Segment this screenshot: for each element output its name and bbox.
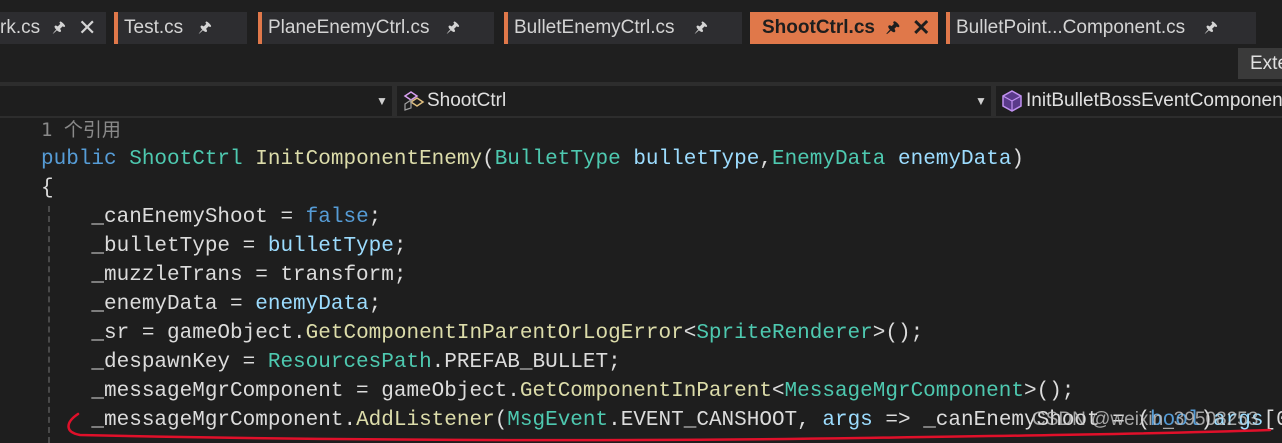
code-token: >(); [1024, 380, 1075, 403]
code-token: , [759, 148, 772, 171]
close-icon[interactable]: ✕ [78, 12, 96, 44]
code-token: { [41, 177, 54, 200]
tab-bullet-point-component[interactable]: BulletPoint...Component.cs 🖈 [946, 12, 1256, 44]
tab-accent-bar [504, 12, 508, 44]
code-token: ( [482, 148, 495, 171]
pin-icon[interactable]: 🖈 [1204, 12, 1218, 44]
code-line[interactable]: _sr = gameObject.GetComponentInParentOrL… [41, 319, 923, 348]
pin-icon[interactable]: 🖈 [694, 12, 708, 44]
code-token: _sr = gameObject. [41, 322, 306, 345]
code-token: _enemyData = [41, 293, 256, 316]
code-token: bulletType [267, 235, 394, 258]
code-token: [0]); [1263, 409, 1282, 432]
tab-label: PlaneEnemyCtrl.cs [268, 17, 430, 38]
chevron-down-icon[interactable]: ▼ [376, 86, 388, 116]
tab-plane-enemy-ctrl[interactable]: PlaneEnemyCtrl.cs 🖈 [258, 12, 494, 44]
chevron-down-icon[interactable]: ▼ [975, 86, 987, 116]
code-token: SpriteRenderer [696, 322, 873, 345]
code-line[interactable]: _messageMgrComponent = gameObject.GetCom… [41, 377, 1074, 406]
code-token: MsgEvent [507, 409, 609, 432]
code-token: ; [368, 293, 382, 316]
code-token: ) [1011, 148, 1025, 171]
code-token: BulletType [494, 148, 634, 171]
code-line[interactable]: _bulletType = bulletType; [41, 232, 406, 261]
document-tab-bar: rk.cs 🖈 ✕ Test.cs 🖈 PlaneEnemyCtrl.cs 🖈 … [0, 0, 1282, 48]
class-dropdown-label: ShootCtrl [427, 90, 507, 111]
code-line[interactable]: _canEnemyShoot = false; [41, 203, 381, 232]
code-token: AddListener [356, 409, 495, 432]
code-token: < [771, 380, 785, 403]
member-dropdown[interactable]: InitBulletBossEventComponent [996, 86, 1282, 116]
member-dropdown-label: InitBulletBossEventComponent [1026, 90, 1282, 111]
tab-rk[interactable]: rk.cs 🖈 ✕ [0, 12, 106, 44]
code-token: .EVENT_CANSHOOT, [608, 409, 823, 432]
code-token: InitComponentEnemy [255, 148, 483, 171]
tab-shoot-ctrl[interactable]: ShootCtrl.cs 🖈 ✕ [750, 12, 938, 44]
codelens-references[interactable]: 1 个引用 [41, 116, 121, 145]
pin-icon[interactable]: 🖈 [886, 12, 900, 44]
code-token: ShootCtrl [129, 148, 256, 171]
tab-label: BulletEnemyCtrl.cs [514, 17, 675, 38]
code-token: _muzzleTrans = transform; [41, 264, 407, 287]
tab-label: Test.cs [124, 17, 184, 38]
code-token: _messageMgrComponent. [41, 409, 357, 432]
code-token: enemyData [898, 148, 1012, 171]
class-dropdown[interactable]: ShootCtrl ▼ [397, 86, 991, 116]
code-token: GetComponentInParent [519, 380, 772, 403]
code-token: args [822, 409, 873, 432]
code-token: < [683, 322, 697, 345]
code-token: ; [368, 206, 382, 229]
tab-label: rk.cs [0, 17, 41, 38]
code-token: GetComponentInParentOrLogError [305, 322, 684, 345]
class-icon [403, 91, 425, 111]
tab-label: ShootCtrl.cs [762, 17, 875, 38]
code-token: _despawnKey = [41, 351, 268, 374]
code-token: false [305, 206, 369, 229]
code-line[interactable]: _despawnKey = ResourcesPath.PREFAB_BULLE… [41, 348, 621, 377]
code-token: _bulletType = [41, 235, 268, 258]
tab-label: BulletPoint...Component.cs [956, 17, 1186, 38]
code-token: enemyData [255, 293, 369, 316]
code-token: .PREFAB_BULLET; [431, 351, 621, 374]
code-token: ; [393, 235, 407, 258]
pin-icon[interactable]: 🖈 [446, 12, 460, 44]
code-line[interactable]: { [41, 174, 54, 203]
code-line[interactable]: _enemyData = enemyData; [41, 290, 381, 319]
extensions-button[interactable]: Exte [1238, 48, 1282, 79]
code-token: ( [494, 409, 508, 432]
tab-accent-bar [258, 12, 262, 44]
code-line[interactable]: public ShootCtrl InitComponentEnemy(Bull… [41, 145, 1024, 174]
code-token: bulletType [633, 148, 760, 171]
tab-test[interactable]: Test.cs 🖈 [114, 12, 247, 44]
code-token: public [41, 148, 130, 171]
secondary-toolbar [0, 48, 1282, 82]
code-line[interactable]: _muzzleTrans = transform; [41, 261, 406, 290]
code-token: >(); [872, 322, 924, 345]
pin-icon[interactable]: 🖈 [52, 12, 66, 44]
watermark: CSDN @weixin_39508253 [1032, 409, 1259, 430]
close-icon[interactable]: ✕ [912, 12, 930, 44]
method-icon [1002, 90, 1022, 112]
tab-accent-bar [946, 12, 950, 44]
tab-accent-bar [114, 12, 118, 44]
project-dropdown[interactable]: ▼ [0, 86, 392, 116]
code-token: _messageMgrComponent = gameObject. [41, 380, 520, 403]
code-token: EnemyData [771, 148, 898, 171]
pin-icon[interactable]: 🖈 [198, 12, 212, 44]
tab-bullet-enemy-ctrl[interactable]: BulletEnemyCtrl.cs 🖈 [504, 12, 742, 44]
code-token: MessageMgrComponent [784, 380, 1024, 403]
code-token: _canEnemyShoot = [41, 206, 306, 229]
code-token: ResourcesPath [267, 351, 432, 374]
